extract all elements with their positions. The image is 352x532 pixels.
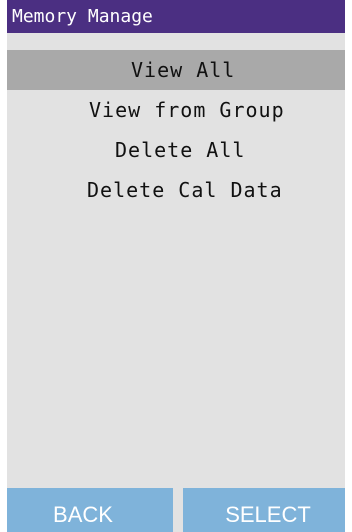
screen-title: Memory Manage: [7, 0, 345, 33]
menu-item-view-all[interactable]: View All: [7, 50, 345, 90]
back-button[interactable]: BACK: [7, 488, 173, 532]
memory-menu: View All View from Group Delete All Dele…: [7, 50, 345, 210]
select-button[interactable]: SELECT: [183, 488, 345, 532]
softkey-bar: BACK SELECT: [7, 488, 345, 532]
menu-item-delete-cal-data[interactable]: Delete Cal Data: [7, 170, 345, 210]
menu-item-delete-all[interactable]: Delete All: [7, 130, 345, 170]
device-screen: Memory Manage View All View from Group D…: [7, 0, 345, 532]
menu-item-view-from-group[interactable]: View from Group: [7, 90, 345, 130]
